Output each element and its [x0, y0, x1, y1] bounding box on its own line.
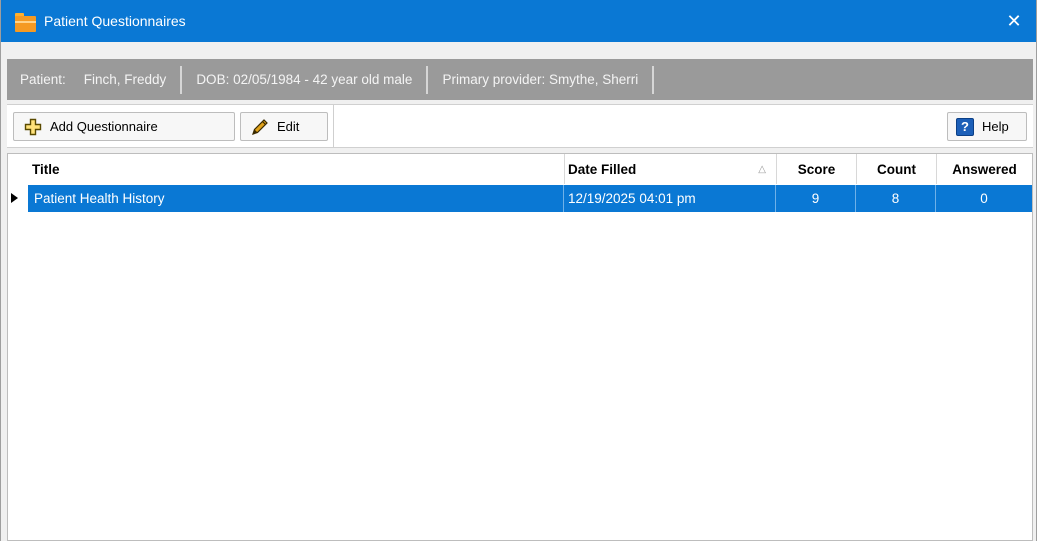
cell-title[interactable]: Patient Health History: [28, 185, 564, 212]
add-questionnaire-label: Add Questionnaire: [50, 119, 158, 134]
pencil-icon: [249, 116, 271, 138]
toolbar-divider: [333, 105, 334, 147]
column-header-count[interactable]: Count: [856, 154, 936, 184]
table-row[interactable]: Patient Health History 12/19/2025 04:01 …: [8, 185, 1032, 212]
column-header-title[interactable]: Title: [32, 154, 562, 184]
question-mark-icon: ?: [956, 117, 974, 136]
column-header-answered[interactable]: Answered: [936, 154, 1032, 184]
column-header-date-filled[interactable]: Date Filled △: [564, 154, 776, 184]
close-button[interactable]: ✕: [992, 0, 1036, 42]
patient-questionnaires-window: Patient Questionnaires ✕ Patient: Finch,…: [0, 0, 1037, 541]
info-separator: [652, 65, 655, 94]
cell-answered[interactable]: 0: [936, 185, 1032, 212]
primary-provider: Primary provider: Smythe, Sherri: [442, 72, 639, 87]
current-row-indicator-icon: [11, 193, 18, 203]
date-filled-header-label: Date Filled: [568, 161, 637, 177]
cell-date-filled[interactable]: 12/19/2025 04:01 pm: [564, 185, 776, 212]
add-questionnaire-button[interactable]: Add Questionnaire: [13, 112, 235, 141]
edit-button[interactable]: Edit: [240, 112, 328, 141]
info-separator: [426, 65, 429, 94]
patient-info-bar: Patient: Finch, Freddy DOB: 02/05/1984 -…: [7, 59, 1033, 100]
patient-label: Patient:: [20, 72, 66, 87]
info-separator: [180, 65, 183, 94]
help-button[interactable]: ? Help: [947, 112, 1027, 141]
window-title: Patient Questionnaires: [44, 13, 186, 29]
plus-outline-icon: [22, 116, 44, 138]
edit-label: Edit: [277, 119, 300, 134]
sort-ascending-icon: △: [758, 163, 766, 175]
questionnaire-grid[interactable]: Title Date Filled △ Score Count Answered…: [7, 153, 1033, 541]
column-header-score[interactable]: Score: [776, 154, 856, 184]
folder-icon: [15, 12, 36, 32]
toolbar: Add Questionnaire Edit ? Help: [7, 104, 1033, 148]
patient-name: Finch, Freddy: [83, 72, 167, 87]
title-bar[interactable]: Patient Questionnaires ✕: [1, 0, 1036, 42]
cell-score[interactable]: 9: [776, 185, 856, 212]
help-label: Help: [982, 119, 1009, 134]
cell-count[interactable]: 8: [856, 185, 936, 212]
patient-dob: DOB: 02/05/1984 - 42 year old male: [196, 72, 413, 87]
